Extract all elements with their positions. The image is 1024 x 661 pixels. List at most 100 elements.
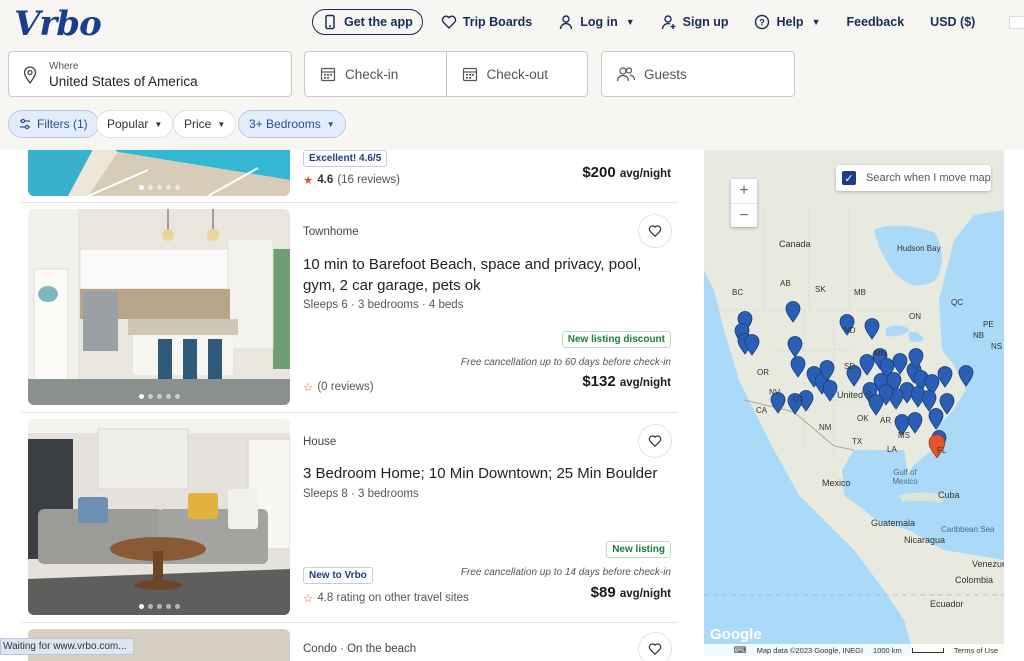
keyboard-icon[interactable]: ⌨ <box>734 645 747 656</box>
map-label-mn: MN <box>874 349 887 358</box>
log-in-button[interactable]: Log in ▼ <box>558 14 635 30</box>
listing-photo[interactable] <box>28 209 290 405</box>
zoom-out-button[interactable]: − <box>731 203 757 227</box>
sign-up-label: Sign up <box>682 15 729 29</box>
search-when-move-map-toggle[interactable]: ✓ Search when I move map <box>836 165 991 191</box>
right-gutter <box>1004 150 1024 661</box>
photo-carousel-dots[interactable] <box>28 394 290 399</box>
log-in-label: Log in <box>580 15 618 29</box>
scale-bar <box>911 647 944 653</box>
user-icon <box>560 15 573 30</box>
price-dropdown[interactable]: Price ▼ <box>173 110 237 138</box>
listing-rating: ☆ 4.8 rating on other travel sites <box>303 591 469 605</box>
guests-icon <box>616 67 636 82</box>
caret-down-icon: ▼ <box>217 119 226 129</box>
checkin-field[interactable]: Check-in <box>305 52 446 96</box>
results-map[interactable]: Canada Hudson Bay BC AB SK MB ON QC ND M… <box>704 150 1004 656</box>
help-icon: ? <box>755 14 770 30</box>
review-count: (0 reviews) <box>317 381 374 393</box>
header: Vrbo Get the app Trip Boards Log in ▼ Si… <box>0 0 1024 150</box>
terms-of-use-link[interactable]: Terms of Use <box>954 646 998 655</box>
listing-photo[interactable] <box>28 419 290 615</box>
save-to-trip-board-button[interactable] <box>639 425 671 457</box>
guests-placeholder: Guests <box>644 66 687 82</box>
feedback-link[interactable]: Feedback <box>847 15 905 29</box>
map-label-ca: CA <box>756 406 768 415</box>
listing-tag: New listing discount <box>561 331 671 348</box>
destination-label: Where <box>49 61 79 72</box>
listing-card[interactable]: Excellent! 4.6/5 ★ 4.6 (16 reviews) $200… <box>21 150 678 203</box>
search-when-move-map-label: Search when I move map <box>866 172 991 184</box>
living-room-photo <box>28 419 290 615</box>
map-pin-icon[interactable] <box>787 336 803 358</box>
map-label-ok: OK <box>857 414 869 423</box>
checkout-field[interactable]: Check-out <box>445 52 588 96</box>
map-label-sk: SK <box>815 285 826 294</box>
map-pin-icon[interactable] <box>785 301 801 323</box>
price-filter-label: Price <box>184 117 212 131</box>
get-app-button[interactable]: Get the app <box>312 9 423 35</box>
destination-field[interactable]: Where United States of America <box>8 51 292 97</box>
calendar-icon <box>320 67 336 82</box>
map-pin-icon[interactable] <box>819 360 835 382</box>
photo-carousel-dots[interactable] <box>28 604 290 609</box>
property-type: Townhome <box>303 226 359 238</box>
listing-price: $200 avg/night <box>582 164 671 181</box>
map-pin-icon[interactable] <box>744 334 760 356</box>
save-to-trip-board-button[interactable] <box>639 215 671 247</box>
map-pin-icon[interactable] <box>908 348 924 370</box>
guests-field[interactable]: Guests <box>601 51 795 97</box>
map-label-cuba: Cuba <box>938 490 960 500</box>
bedrooms-dropdown[interactable]: 3+ Bedrooms ▼ <box>238 110 346 138</box>
calendar-icon <box>462 67 477 82</box>
listing-rating: ★ 4.6 (16 reviews) <box>303 173 400 187</box>
map-label-ms: MS <box>898 431 910 440</box>
zoom-in-button[interactable]: + <box>731 179 757 203</box>
save-to-trip-board-button[interactable] <box>639 633 671 661</box>
caret-down-icon: ▼ <box>154 119 163 129</box>
checkbox-checked-icon[interactable]: ✓ <box>842 171 856 185</box>
flag-icon <box>1009 15 1024 29</box>
currency-selector[interactable]: USD ($) <box>930 15 975 29</box>
map-label-or: OR <box>757 368 769 377</box>
photo-carousel-dots[interactable] <box>28 185 290 190</box>
map-pin-icon[interactable] <box>790 356 806 378</box>
heart-icon <box>648 643 662 656</box>
map-pin-icon[interactable] <box>928 408 944 430</box>
map-label-ar: AR <box>880 416 892 425</box>
map-label-nicaragua: Nicaragua <box>904 535 946 545</box>
listing-title[interactable]: 10 min to Barefoot Beach, space and priv… <box>303 254 663 296</box>
listing-card[interactable]: Townhome 10 min to Barefoot Beach, space… <box>21 203 678 413</box>
listing-title[interactable]: 3 Bedroom Home; 10 Min Downtown; 25 Min … <box>303 463 663 484</box>
trip-boards-link[interactable]: Trip Boards <box>441 14 532 30</box>
map-label-la: LA <box>887 445 897 454</box>
price-amount: $200 <box>582 164 616 181</box>
listing-photo[interactable] <box>28 150 290 196</box>
vrbo-logo[interactable]: Vrbo <box>14 4 102 44</box>
add-user-icon <box>661 15 676 30</box>
map-label-mb: MB <box>854 288 866 297</box>
sort-dropdown[interactable]: Popular ▼ <box>96 110 174 138</box>
map-label-bc: BC <box>732 288 744 297</box>
date-range-field: Check-in Check-out <box>304 51 588 97</box>
map-pin-icon[interactable] <box>958 365 974 387</box>
checkout-placeholder: Check-out <box>486 66 549 82</box>
rating-value: 4.6 <box>317 174 334 186</box>
filters-button[interactable]: Filters (1) <box>8 110 99 138</box>
location-pin-icon <box>23 66 37 84</box>
price-unit: avg/night <box>619 588 671 600</box>
help-button[interactable]: ? Help ▼ <box>754 14 821 30</box>
review-count: 4.8 rating on other travel sites <box>317 592 469 604</box>
map-label-ab: AB <box>780 279 791 288</box>
map-label-gulf-of-mexico: Gulf of Mexico <box>892 468 918 486</box>
map-pin-icon[interactable] <box>822 380 838 402</box>
map-label-canada: Canada <box>779 239 811 249</box>
listing-card[interactable]: House 3 Bedroom Home; 10 Min Downtown; 2… <box>21 413 678 623</box>
map-label-on: ON <box>909 312 921 321</box>
phone-icon <box>325 14 335 30</box>
sign-up-button[interactable]: Sign up <box>661 14 729 30</box>
map-pin-icon[interactable] <box>864 318 880 340</box>
bedrooms-label: 3+ Bedrooms <box>249 117 321 131</box>
language-selector[interactable]: EN <box>1009 15 1024 29</box>
map-pin-icon[interactable] <box>937 366 953 388</box>
